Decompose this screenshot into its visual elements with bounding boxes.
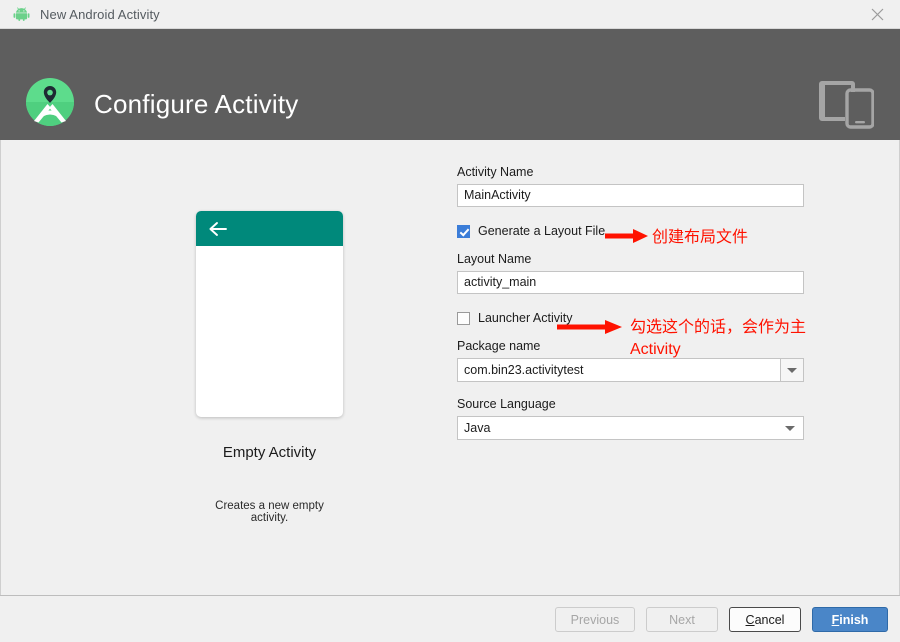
close-button[interactable] xyxy=(854,0,900,28)
template-preview: Empty Activity Creates a new empty activ… xyxy=(196,211,343,524)
layout-name-input[interactable]: activity_main xyxy=(457,271,804,294)
generate-layout-annotation: 创建布局文件 xyxy=(652,229,749,246)
dialog-footer: Previous Next Cancel Finish xyxy=(0,595,900,642)
template-description: Creates a new empty activity. xyxy=(215,500,324,524)
next-button[interactable]: Next xyxy=(646,607,718,632)
red-arrow-icon xyxy=(557,320,622,334)
source-language-combobox[interactable]: Java xyxy=(457,416,804,440)
preview-app-bar xyxy=(196,211,343,246)
source-language-label: Source Language xyxy=(457,397,556,411)
previous-button[interactable]: Previous xyxy=(555,607,635,632)
tablet-and-phone-icon xyxy=(819,81,874,129)
chevron-down-icon xyxy=(785,425,795,431)
dialog-header: Configure Activity xyxy=(0,29,900,140)
back-arrow-icon xyxy=(209,221,227,236)
dialog-body: Empty Activity Creates a new empty activ… xyxy=(0,140,900,595)
window-title: New Android Activity xyxy=(40,6,160,22)
android-robot-icon xyxy=(13,7,30,21)
red-arrow-icon xyxy=(605,229,648,243)
chevron-down-icon xyxy=(787,367,797,373)
launcher-activity-annotation: 勾选这个的话，会作为主 Activity xyxy=(630,319,807,358)
generate-layout-checkbox[interactable] xyxy=(457,224,470,238)
finish-mnemonic: F xyxy=(831,612,840,627)
new-android-activity-dialog: New Android Activity Configure Activity xyxy=(0,0,900,642)
phone-preview-card xyxy=(196,211,343,417)
page-title: Configure Activity xyxy=(94,89,299,119)
source-language-dropdown-button[interactable] xyxy=(777,425,803,431)
android-studio-logo-icon xyxy=(26,78,74,126)
activity-name-label: Activity Name xyxy=(457,165,534,179)
package-name-combobox[interactable]: com.bin23.activitytest xyxy=(457,358,804,382)
template-name: Empty Activity xyxy=(222,444,317,461)
close-icon xyxy=(871,8,883,20)
launcher-activity-checkbox[interactable] xyxy=(457,311,470,325)
cancel-mnemonic: C xyxy=(745,612,755,627)
package-name-value: com.bin23.activitytest xyxy=(464,363,584,377)
activity-form: Activity Name MainActivity Generate a La… xyxy=(457,165,804,440)
finish-label: inish xyxy=(839,612,869,627)
generate-layout-label: Generate a Layout File xyxy=(478,224,606,238)
layout-name-label: Layout Name xyxy=(457,252,532,266)
title-bar: New Android Activity xyxy=(0,0,900,29)
source-language-value: Java xyxy=(464,421,491,435)
cancel-label: ancel xyxy=(754,612,785,627)
finish-button[interactable]: Finish xyxy=(812,607,888,632)
package-name-dropdown-button[interactable] xyxy=(780,359,803,381)
activity-name-input[interactable]: MainActivity xyxy=(457,184,804,207)
cancel-button[interactable]: Cancel xyxy=(729,607,801,632)
